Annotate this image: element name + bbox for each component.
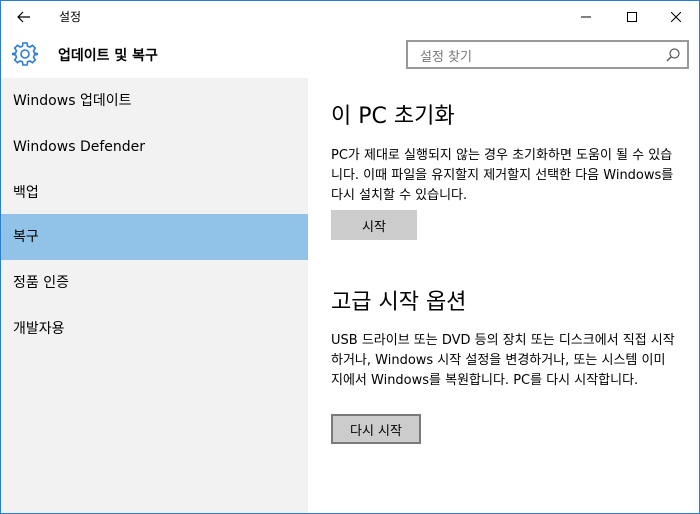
title-bar: 설정: [1, 1, 699, 32]
sidebar-item-windows-update[interactable]: Windows 업데이트: [1, 78, 308, 124]
settings-window: 설정 업데이트 및 복구 설정 찾기 Windows 업데이트 Windows …: [0, 0, 700, 514]
close-button[interactable]: [653, 1, 699, 32]
reset-pc-description: PC가 제대로 실행되지 않는 경우 초기화하면 도움이 될 수 있습니다. 이…: [331, 148, 674, 203]
back-button[interactable]: [1, 1, 47, 32]
sidebar-item-recovery[interactable]: 복구: [1, 214, 308, 260]
main-content: 이 PC 초기화 PC가 제대로 실행되지 않는 경우 초기화하면 도움이 될 …: [308, 78, 699, 513]
maximize-button[interactable]: [609, 1, 655, 32]
sidebar-item-label: 정품 인증: [13, 275, 69, 291]
search-placeholder: 설정 찾기: [420, 50, 472, 65]
sidebar-item-windows-defender[interactable]: Windows Defender: [1, 124, 308, 170]
sidebar: Windows 업데이트 Windows Defender 백업 복구 정품 인…: [1, 78, 308, 513]
sidebar-item-label: Windows 업데이트: [13, 93, 132, 109]
search-icon[interactable]: [665, 47, 681, 63]
restart-now-button[interactable]: 다시 시작: [331, 414, 421, 444]
close-icon: [671, 11, 681, 22]
advanced-startup-heading: 고급 시작 옵션: [331, 290, 467, 315]
minimize-icon: [581, 16, 591, 17]
sidebar-item-activation[interactable]: 정품 인증: [1, 260, 308, 306]
search-input[interactable]: 설정 찾기: [406, 40, 689, 69]
page-header: 업데이트 및 복구 설정 찾기: [1, 32, 699, 78]
sidebar-item-label: 백업: [13, 185, 39, 201]
arrow-left-icon: [17, 11, 30, 22]
sidebar-item-for-developers[interactable]: 개발자용: [1, 306, 308, 352]
reset-start-button[interactable]: 시작: [331, 210, 417, 240]
advanced-startup-description: USB 드라이브 또는 DVD 등의 장치 또는 디스크에서 직접 시작하거나,…: [331, 333, 675, 388]
window-title: 설정: [59, 10, 82, 24]
reset-pc-heading: 이 PC 초기화: [331, 104, 455, 129]
sidebar-item-label: Windows Defender: [13, 139, 146, 155]
sidebar-item-backup[interactable]: 백업: [1, 170, 308, 216]
sidebar-item-label: 개발자용: [13, 321, 65, 337]
sidebar-item-label: 복구: [13, 229, 39, 245]
maximize-icon: [627, 11, 637, 22]
page-title: 업데이트 및 복구: [58, 48, 158, 64]
gear-icon: [12, 42, 38, 66]
minimize-button[interactable]: [563, 1, 609, 32]
